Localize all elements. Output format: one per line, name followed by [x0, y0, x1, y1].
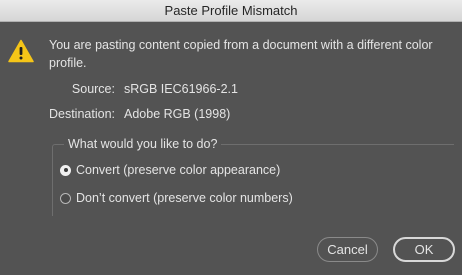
convert-option-label: Convert (preserve color appearance) — [76, 163, 281, 177]
destination-value: Adobe RGB (1998) — [124, 107, 231, 121]
warning-message: You are pasting content copied from a do… — [49, 38, 433, 70]
warning-icon — [8, 39, 34, 63]
convert-radio[interactable] — [60, 164, 71, 176]
paste-profile-mismatch-dialog: Paste Profile Mismatch You are pasting c… — [0, 0, 462, 275]
convert-option[interactable]: Convert (preserve color appearance) — [60, 162, 280, 178]
window-title: Paste Profile Mismatch — [164, 3, 298, 18]
source-label: Source: — [71, 82, 115, 96]
options-legend: What would you like to do? — [64, 137, 222, 151]
source-value: sRGB IEC61966-2.1 — [124, 82, 238, 96]
dont-convert-option[interactable]: Don’t convert (preserve color numbers) — [60, 190, 293, 206]
dont-convert-option-label: Don’t convert (preserve color numbers) — [76, 191, 293, 205]
title-bar[interactable]: Paste Profile Mismatch — [0, 0, 462, 22]
dont-convert-radio[interactable] — [60, 192, 71, 204]
cancel-button[interactable]: Cancel — [317, 237, 378, 262]
destination-label: Destination: — [48, 107, 115, 121]
ok-button[interactable]: OK — [393, 237, 455, 262]
